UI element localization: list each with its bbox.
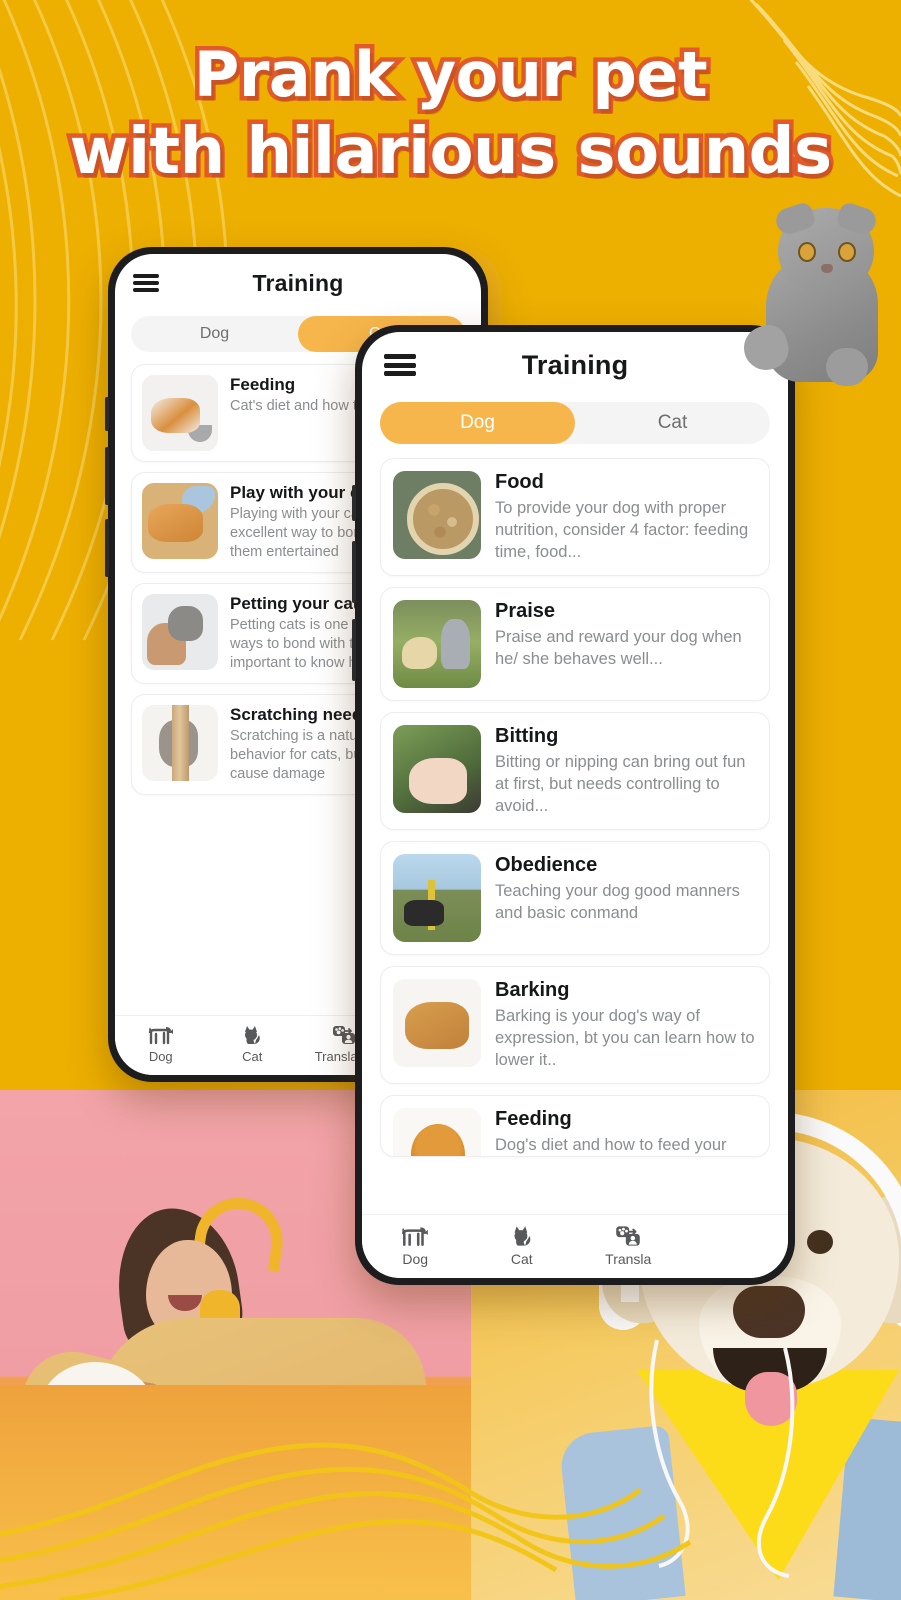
topic-description: To provide your dog with proper nutritio… bbox=[495, 499, 749, 561]
topic-thumbnail bbox=[393, 1108, 481, 1156]
headline-line-2: with hilarious sounds bbox=[65, 111, 837, 194]
phone-mockup-front: Training Dog Cat Food To provide your do… bbox=[352, 325, 795, 1285]
nav-item-cat[interactable]: Cat bbox=[469, 1224, 576, 1267]
training-topic-list[interactable]: Food To provide your dog with proper nut… bbox=[362, 444, 788, 1214]
nav-label: Dog bbox=[148, 1049, 173, 1064]
promo-headline: Prank your pet with hilarious sounds bbox=[0, 34, 901, 194]
dog-icon bbox=[402, 1227, 429, 1246]
topic-thumbnail bbox=[393, 979, 481, 1067]
headline-line-1: Prank your pet bbox=[189, 34, 712, 116]
topic-title: Food bbox=[495, 471, 544, 493]
topic-thumbnail bbox=[393, 471, 481, 559]
tab-dog[interactable]: Dog bbox=[380, 402, 575, 444]
topic-thumbnail bbox=[142, 705, 218, 781]
list-item[interactable]: Praise Praise and reward your dog when h… bbox=[380, 587, 770, 701]
app-header: Training bbox=[362, 332, 788, 398]
nav-label: Transla bbox=[605, 1251, 652, 1267]
topic-title: Obedience bbox=[495, 854, 598, 876]
topic-description: Barking is your dog's way of expression,… bbox=[495, 1007, 755, 1069]
page-title: Training bbox=[252, 269, 344, 296]
app-screen-dog: Training Dog Cat Food To provide your do… bbox=[362, 332, 788, 1278]
topic-title: Bitting bbox=[495, 725, 559, 747]
topic-description: Dog's diet and how to feed your dog bbox=[495, 1136, 727, 1154]
topic-description: Praise and reward your dog when he/ she … bbox=[495, 628, 742, 668]
translator-icon bbox=[616, 1226, 641, 1246]
topic-thumbnail bbox=[142, 375, 218, 451]
topic-thumbnail bbox=[393, 725, 481, 813]
scottish-fold-cat-photo bbox=[738, 200, 892, 386]
topic-thumbnail bbox=[393, 854, 481, 942]
list-item[interactable]: Food To provide your dog with proper nut… bbox=[380, 458, 770, 576]
topic-title: Barking bbox=[495, 979, 570, 1001]
cat-icon bbox=[245, 1026, 261, 1044]
topic-thumbnail bbox=[142, 483, 218, 559]
bottom-navigation[interactable]: Dog Cat bbox=[362, 1214, 788, 1278]
list-item[interactable]: Obedience Teaching your dog good manners… bbox=[380, 841, 770, 955]
list-item[interactable]: Feeding Dog's diet and how to feed your … bbox=[380, 1095, 770, 1157]
page-title: Training bbox=[521, 349, 629, 380]
topic-title: Feeding bbox=[495, 1108, 572, 1130]
nav-item-dog[interactable]: Dog bbox=[115, 1024, 207, 1064]
tab-dog[interactable]: Dog bbox=[131, 316, 298, 352]
list-item[interactable]: Barking Barking is your dog's way of exp… bbox=[380, 966, 770, 1084]
cat-icon bbox=[514, 1226, 531, 1246]
pet-type-tabs[interactable]: Dog Cat bbox=[380, 402, 770, 444]
nav-label: Dog bbox=[402, 1251, 429, 1267]
topic-title: Praise bbox=[495, 600, 556, 622]
nav-item-dog[interactable]: Dog bbox=[362, 1224, 469, 1267]
nav-label: Cat bbox=[510, 1251, 533, 1267]
tab-cat[interactable]: Cat bbox=[575, 402, 770, 444]
topic-description: Teaching your dog good manners and basic… bbox=[495, 882, 740, 922]
promo-banner: Prank your pet with hilarious sounds Tra… bbox=[0, 0, 901, 1600]
topic-thumbnail bbox=[393, 600, 481, 688]
nav-item-translator[interactable]: Transla bbox=[575, 1224, 682, 1267]
translator-icon bbox=[332, 1026, 355, 1044]
nav-item-cat[interactable]: Cat bbox=[207, 1024, 299, 1064]
nav-label: Cat bbox=[242, 1049, 263, 1064]
list-item[interactable]: Bitting Bitting or nipping can bring out… bbox=[380, 712, 770, 830]
dog-icon bbox=[148, 1027, 173, 1045]
topic-thumbnail bbox=[142, 594, 218, 670]
yellow-squiggle-decoration bbox=[0, 1442, 692, 1600]
topic-description: Bitting or nipping can bring out fun at … bbox=[495, 753, 746, 815]
app-header: Training bbox=[115, 254, 481, 312]
